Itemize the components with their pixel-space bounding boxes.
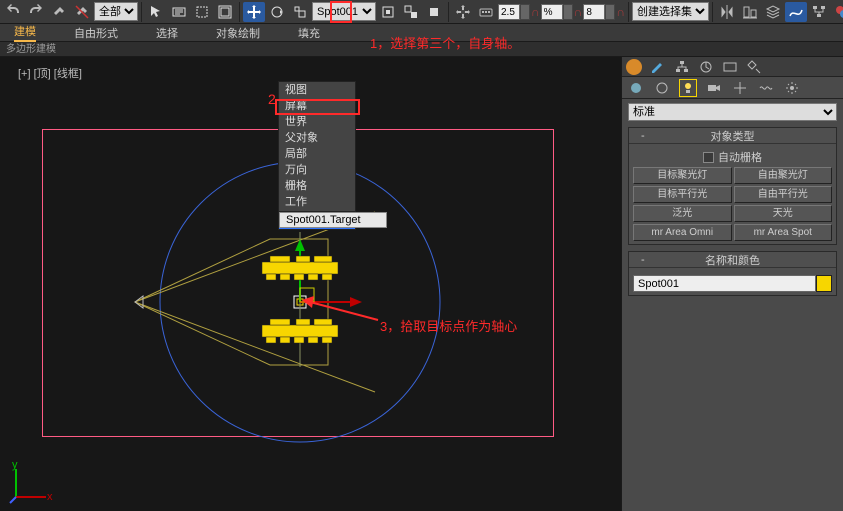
svg-text:y: y	[12, 459, 18, 471]
object-name-input[interactable]	[633, 275, 816, 292]
mirror-icon[interactable]	[716, 2, 738, 22]
workspace: [+] [顶] [线框] 视图 屏幕 世界 父对象 局部 万向 栅格 工作 拾取…	[0, 57, 843, 511]
angle-snap[interactable]: 2.5∩	[498, 3, 540, 21]
helpers-icon[interactable]	[732, 80, 748, 96]
modify-tab-icon[interactable]	[650, 59, 666, 75]
rollup-title: 对象类型	[711, 128, 755, 144]
manipulate-icon[interactable]	[452, 2, 474, 22]
scope-select[interactable]: 全部	[94, 2, 138, 21]
ref-coord-dropdown: 视图 屏幕 世界 父对象 局部 万向 栅格 工作 拾取 Spot001.Targ…	[278, 81, 356, 230]
selection-set-select[interactable]: 创建选择集	[632, 2, 709, 21]
annotation-arrow-icon	[300, 296, 380, 326]
light-type-button[interactable]: 自由平行光	[734, 186, 833, 203]
dropdown-sub-item[interactable]: Spot001.Target	[280, 213, 386, 227]
move-icon[interactable]	[243, 2, 265, 22]
systems-icon[interactable]	[784, 80, 800, 96]
dropdown-item[interactable]: 栅格	[279, 178, 355, 194]
geometry-icon[interactable]	[628, 80, 644, 96]
dropdown-item[interactable]: 视图	[279, 82, 355, 98]
light-type-button[interactable]: mr Area Spot	[734, 224, 833, 241]
tab-modeling[interactable]: 建模	[14, 23, 36, 42]
dropdown-item[interactable]: 屏幕	[279, 98, 355, 114]
create-subtabs	[622, 77, 843, 99]
ref-coord-select[interactable]: Spot001.T	[312, 2, 376, 21]
annotation-2: 2	[268, 91, 276, 107]
autogrid-checkbox[interactable]	[703, 152, 714, 163]
redo-icon[interactable]	[25, 2, 47, 22]
light-type-button[interactable]: 目标平行光	[633, 186, 732, 203]
spinner-snap[interactable]: 8∩	[583, 3, 625, 21]
light-type-button[interactable]: 自由聚光灯	[734, 167, 833, 184]
select-name-icon[interactable]	[168, 2, 190, 22]
select-arrow-icon[interactable]	[145, 2, 167, 22]
percent-snap[interactable]: %∩	[541, 3, 583, 21]
keyboard-shortcut-icon[interactable]	[475, 2, 497, 22]
use-transform-self-icon[interactable]	[423, 2, 445, 22]
light-type-button[interactable]: mr Area Omni	[633, 224, 732, 241]
motion-tab-icon[interactable]	[698, 59, 714, 75]
utilities-tab-icon[interactable]	[746, 59, 762, 75]
material-editor-icon[interactable]	[831, 2, 843, 22]
curve-editor-icon[interactable]	[785, 2, 807, 22]
viewport[interactable]: [+] [顶] [线框] 视图 屏幕 世界 父对象 局部 万向 栅格 工作 拾取…	[0, 57, 621, 511]
rollup-object-type: - 对象类型 自动栅格 目标聚光灯 自由聚光灯 目标平行光 自由平行光 泛光 天光…	[628, 127, 837, 245]
create-tab-icon[interactable]	[626, 59, 642, 75]
dropdown-item[interactable]: 万向	[279, 162, 355, 178]
main-toolbar: 全部 Spot001.T 2.5∩ %∩ 8∩ 创建选择集	[0, 0, 843, 24]
tab-selection[interactable]: 选择	[156, 25, 178, 41]
cameras-icon[interactable]	[706, 80, 722, 96]
command-panel-tabs	[622, 57, 843, 77]
dropdown-sublist: Spot001.Target	[279, 212, 387, 228]
layers-icon[interactable]	[762, 2, 784, 22]
tab-object-paint[interactable]: 对象绘制	[216, 25, 260, 41]
spacewarps-icon[interactable]	[758, 80, 774, 96]
command-panel: 标准 - 对象类型 自动栅格 目标聚光灯 自由聚光灯 目标平行光 自由平行光 泛光…	[621, 57, 843, 511]
object-color-swatch[interactable]	[816, 275, 832, 292]
scale-icon[interactable]	[289, 2, 311, 22]
align-icon[interactable]	[739, 2, 761, 22]
rotate-icon[interactable]	[266, 2, 288, 22]
use-pivot-center-icon[interactable]	[377, 2, 399, 22]
use-selection-center-icon[interactable]	[400, 2, 422, 22]
link-icon[interactable]	[48, 2, 70, 22]
svg-text:x: x	[47, 491, 53, 503]
light-type-button[interactable]: 泛光	[633, 205, 732, 222]
schematic-view-icon[interactable]	[808, 2, 830, 22]
hierarchy-tab-icon[interactable]	[674, 59, 690, 75]
dropdown-item[interactable]: 局部	[279, 146, 355, 162]
annotation-3: 3，拾取目标点作为轴心	[380, 316, 517, 335]
lights-icon[interactable]	[680, 80, 696, 96]
rollup-toggle-icon[interactable]: -	[641, 254, 645, 266]
tab-freeform[interactable]: 自由形式	[74, 25, 118, 41]
undo-icon[interactable]	[2, 2, 24, 22]
autogrid-label: 自动栅格	[718, 149, 762, 165]
select-window-icon[interactable]	[214, 2, 236, 22]
rollup-toggle-icon[interactable]: -	[641, 130, 645, 142]
light-type-button[interactable]: 天光	[734, 205, 833, 222]
rollup-name-color: - 名称和颜色	[628, 251, 837, 296]
rollup-title: 名称和颜色	[705, 252, 760, 268]
dropdown-item[interactable]: 世界	[279, 114, 355, 130]
select-rect-icon[interactable]	[191, 2, 213, 22]
annotation-1: 1，选择第三个，自身轴。	[370, 33, 520, 52]
axis-gizmo: y x	[8, 459, 54, 505]
unlink-icon[interactable]	[71, 2, 93, 22]
light-type-button[interactable]: 目标聚光灯	[633, 167, 732, 184]
dropdown-item[interactable]: 父对象	[279, 130, 355, 146]
light-category-select[interactable]: 标准	[628, 103, 837, 121]
dropdown-item[interactable]: 工作	[279, 194, 355, 210]
shapes-icon[interactable]	[654, 80, 670, 96]
tab-populate[interactable]: 填充	[298, 25, 320, 41]
display-tab-icon[interactable]	[722, 59, 738, 75]
